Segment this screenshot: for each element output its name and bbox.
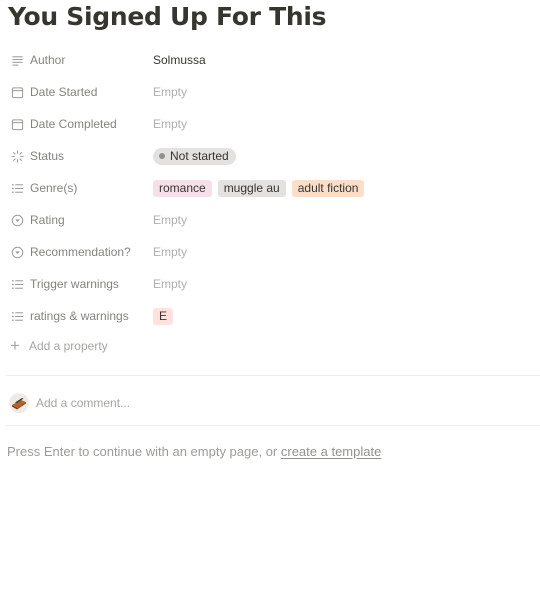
property-row: Date Started Empty	[6, 79, 534, 105]
property-value[interactable]: Empty	[153, 277, 187, 291]
property-value[interactable]: Not started	[153, 147, 236, 165]
property-row: Genre(s) romance muggle au adult fiction	[6, 175, 534, 201]
property-label: Recommendation?	[30, 245, 131, 259]
tag-pill: adult fiction	[291, 179, 365, 197]
property-row: Trigger warnings Empty	[6, 271, 534, 297]
property-name-button[interactable]: Author	[6, 53, 153, 67]
comment-input[interactable]: Add a comment...	[9, 393, 130, 413]
property-value[interactable]: Empty	[153, 213, 187, 227]
add-property-label: Add a property	[28, 339, 108, 353]
empty-placeholder: Empty	[153, 85, 188, 99]
property-label: ratings & warnings	[30, 309, 129, 323]
property-value[interactable]: Empty	[153, 245, 187, 259]
text-lines-icon	[10, 53, 24, 67]
property-value[interactable]: E	[153, 307, 174, 325]
property-row: Date Completed Empty	[6, 111, 534, 137]
multi-select-icon	[10, 181, 24, 195]
property-row: Recommendation? Empty	[6, 239, 534, 265]
property-label: Trigger warnings	[30, 277, 119, 291]
empty-placeholder: Empty	[153, 117, 188, 131]
status-spinner-icon	[10, 149, 24, 163]
multi-select-icon	[10, 309, 24, 323]
property-row: ratings & warnings E	[6, 303, 534, 329]
select-icon	[10, 213, 24, 227]
tag-pill: romance	[153, 179, 212, 197]
add-property-button[interactable]: + Add a property	[10, 336, 108, 355]
calendar-icon	[10, 85, 24, 99]
page-title[interactable]: You Signed Up For This	[8, 2, 326, 31]
property-label: Date Started	[30, 85, 98, 99]
property-value-text: Solmussa	[153, 53, 206, 67]
create-template-link[interactable]: create a template	[281, 444, 381, 459]
property-name-button[interactable]: Status	[6, 149, 153, 163]
divider	[6, 375, 540, 376]
calendar-icon	[10, 117, 24, 131]
property-row: Status Not started	[6, 143, 534, 169]
property-value[interactable]: romance muggle au adult fiction	[153, 179, 365, 197]
property-label: Rating	[30, 213, 65, 227]
status-dot-icon	[159, 153, 165, 159]
property-value[interactable]: Solmussa	[153, 53, 206, 67]
empty-page-hint: Press Enter to continue with an empty pa…	[7, 444, 381, 459]
select-icon	[10, 245, 24, 259]
user-avatar	[9, 393, 29, 413]
property-name-button[interactable]: Rating	[6, 213, 153, 227]
hint-text: Press Enter to continue with an empty pa…	[7, 444, 281, 459]
comment-placeholder: Add a comment...	[36, 396, 131, 410]
property-value[interactable]: Empty	[153, 85, 187, 99]
property-name-button[interactable]: Date Started	[6, 85, 153, 99]
property-row: Author Solmussa	[6, 47, 534, 73]
property-name-button[interactable]: Recommendation?	[6, 245, 153, 259]
status-label: Not started	[170, 149, 229, 163]
empty-placeholder: Empty	[153, 213, 188, 227]
property-name-button[interactable]: Date Completed	[6, 117, 153, 131]
empty-placeholder: Empty	[153, 245, 188, 259]
tag-pill: muggle au	[217, 179, 286, 197]
tag-pill: E	[153, 307, 174, 325]
property-label: Genre(s)	[30, 181, 78, 195]
empty-placeholder: Empty	[153, 277, 188, 291]
property-row: Rating Empty	[6, 207, 534, 233]
multi-select-icon	[10, 277, 24, 291]
status-badge: Not started	[153, 147, 236, 165]
property-name-button[interactable]: Trigger warnings	[6, 277, 153, 291]
property-label: Date Completed	[30, 117, 117, 131]
property-label: Status	[30, 149, 65, 163]
property-name-button[interactable]: ratings & warnings	[6, 309, 153, 323]
property-value[interactable]: Empty	[153, 117, 187, 131]
property-name-button[interactable]: Genre(s)	[6, 181, 153, 195]
plus-icon: +	[10, 336, 20, 355]
divider	[6, 425, 540, 426]
property-label: Author	[30, 53, 66, 67]
